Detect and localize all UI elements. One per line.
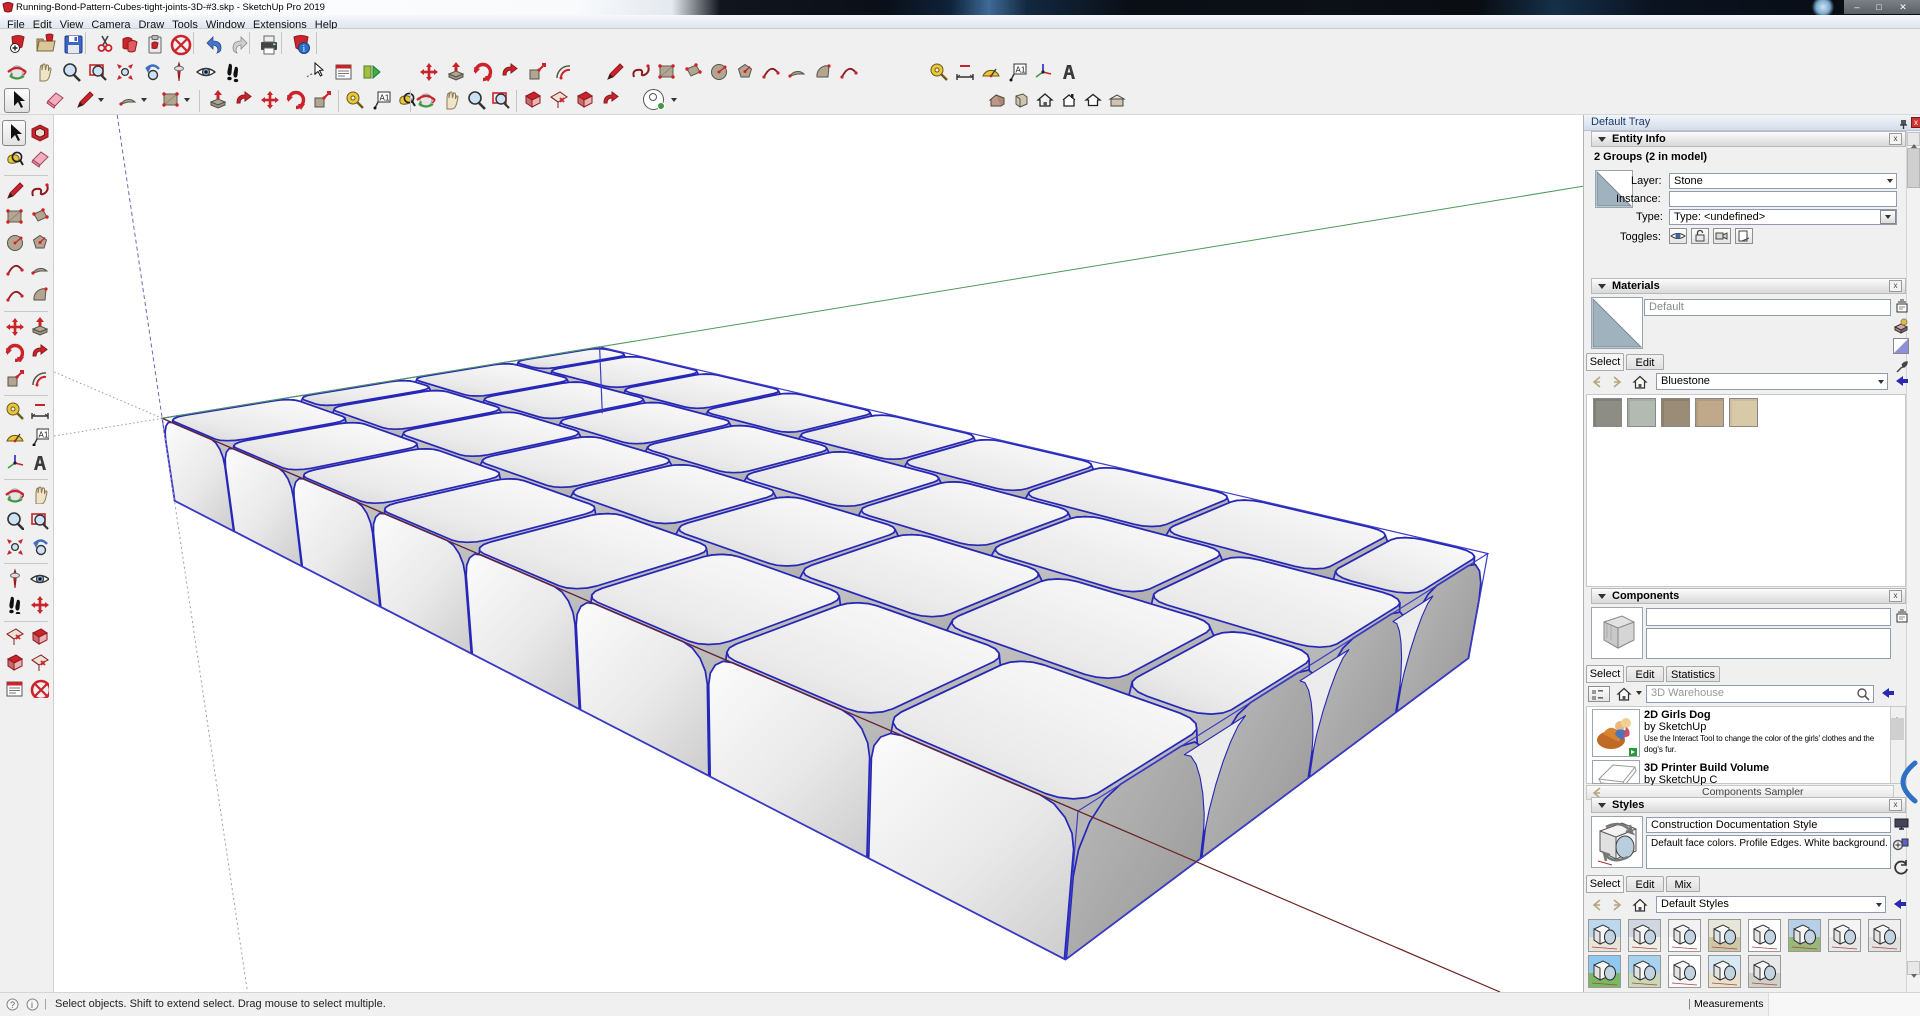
svg-text:A1: A1 [39,431,49,440]
svg-text:A1: A1 [380,94,390,103]
svg-text:?: ? [10,1000,15,1010]
svg-text:A1: A1 [1016,66,1026,75]
svg-text:i: i [31,1000,33,1010]
